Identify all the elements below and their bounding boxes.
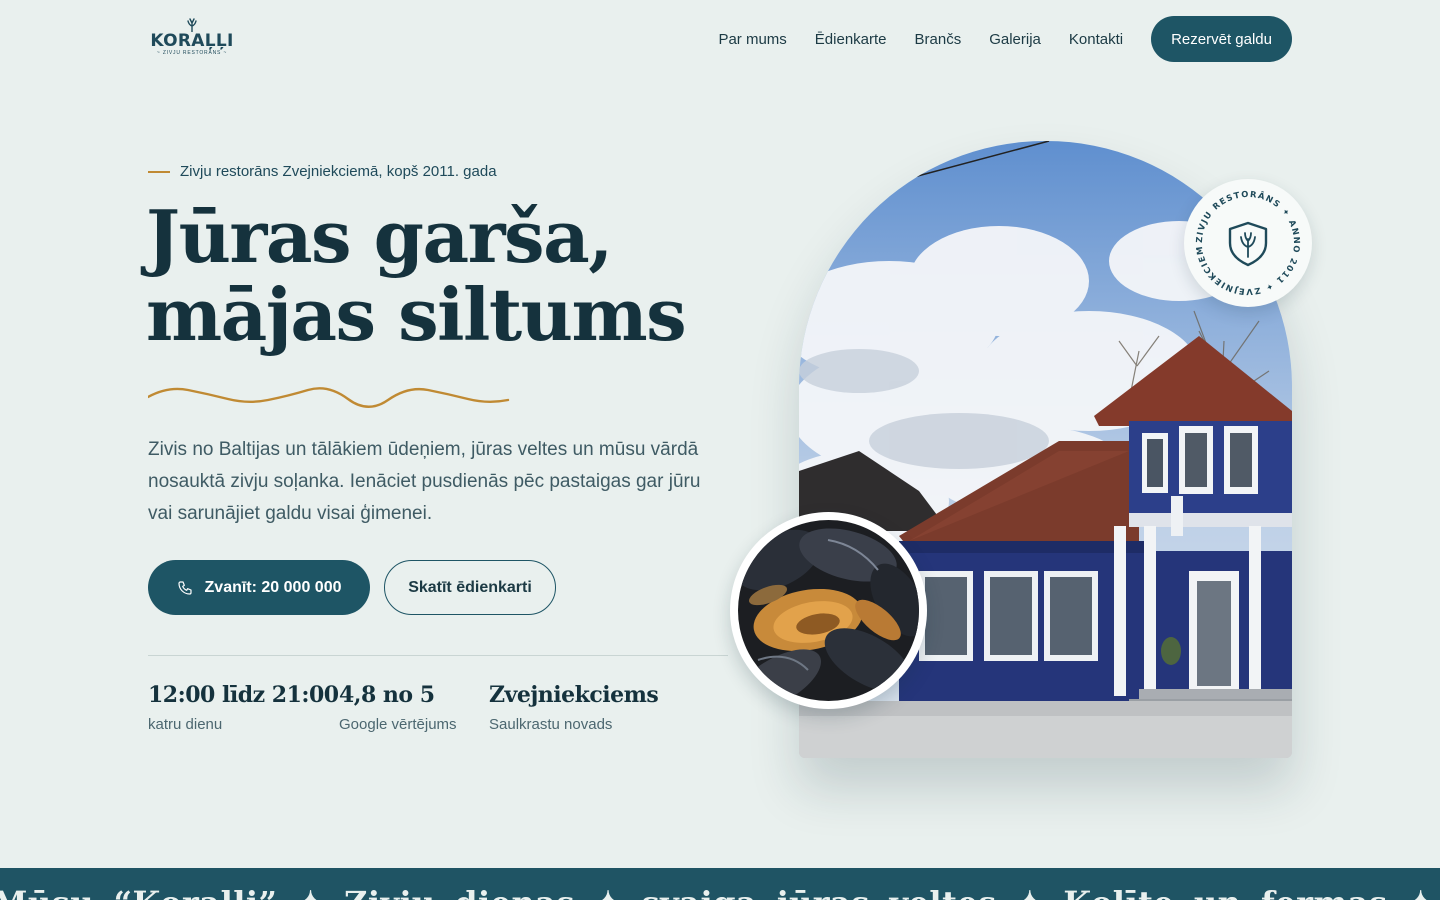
view-menu-button[interactable]: Skatīt ēdienkarti [384, 560, 556, 615]
stat-value: 4,8 no 5 [339, 682, 435, 708]
reserve-table-button[interactable]: Rezervēt galdu [1151, 16, 1292, 62]
main-nav: Par mums Ēdienkarte Brančs Galerija Kont… [718, 16, 1292, 62]
stat-value: Zvejniekciems [489, 682, 659, 708]
shield-coral-icon [1228, 221, 1268, 267]
svg-text:ZIVJU RESTORĀNS ✦ ANNO 2011 ✦: ZIVJU RESTORĀNS ✦ ANNO 2011 ✦ ZVEJNIEKCI… [1184, 179, 1302, 297]
marquee-banner: Mūsu “Koraļļi” ✦ Zivju dienas ✦ svaiga j… [0, 868, 1440, 900]
nav-link-brancs[interactable]: Brančs [915, 31, 962, 48]
mussels-photo [730, 512, 927, 709]
eyebrow-divider [148, 170, 170, 173]
coral-icon [187, 18, 197, 32]
call-button[interactable]: Zvanīt: 20 000 000 [148, 560, 370, 615]
hero-eyebrow: Zivju restorāns Zvejniekciemā, kopš 2011… [148, 163, 497, 180]
stat-value: 12:00 līdz 21:00 [148, 682, 339, 708]
nav-link-par-mums[interactable]: Par mums [718, 31, 786, 48]
badge-ring-text: ZIVJU RESTORĀNS ✦ ANNO 2011 ✦ ZVEJNIEKCI… [1180, 171, 1301, 297]
hero-title: Jūras garša, mājas siltums [146, 198, 766, 354]
hero-title-line-2: mājas siltums [146, 272, 687, 357]
stat-label: Saulkrastu novads [489, 716, 613, 733]
stat-hours: 12:00 līdz 21:00 katru dienu [148, 682, 339, 733]
stat-rating: 4,8 no 5 Google vērtējums [339, 682, 457, 733]
wave-divider [148, 387, 510, 408]
anniversary-badge: ZIVJU RESTORĀNS ✦ ANNO 2011 ✦ ZVEJNIEKCI… [1180, 171, 1312, 307]
stat-location: Zvejniekciems Saulkrastu novads [489, 682, 659, 733]
stat-label: katru dienu [148, 716, 223, 733]
stats-divider [148, 655, 728, 656]
nav-link-galerija[interactable]: Galerija [989, 31, 1041, 48]
nav-link-edienkarte[interactable]: Ēdienkarte [815, 31, 887, 48]
phone-icon [177, 580, 193, 596]
brand-name: KORAĻĻI [150, 31, 234, 51]
call-button-label: Zvanīt: 20 000 000 [204, 578, 342, 596]
marquee-text: Mūsu “Koraļļi” ✦ Zivju dienas ✦ svaiga j… [0, 884, 1440, 900]
brand-logo[interactable]: KORAĻĻI ~ ZIVJU RESTORĀNS ~ [150, 18, 234, 62]
stat-label: Google vērtējums [339, 716, 457, 733]
hero-title-line-1: Jūras garša, [146, 194, 613, 279]
nav-link-kontakti[interactable]: Kontakti [1069, 31, 1123, 48]
hero-lead: Zivis no Baltijas un tālākiem ūdeņiem, j… [148, 439, 701, 524]
brand-tagline: ~ ZIVJU RESTORĀNS ~ [156, 50, 228, 56]
eyebrow-text: Zivju restorāns Zvejniekciemā, kopš 2011… [180, 163, 497, 180]
